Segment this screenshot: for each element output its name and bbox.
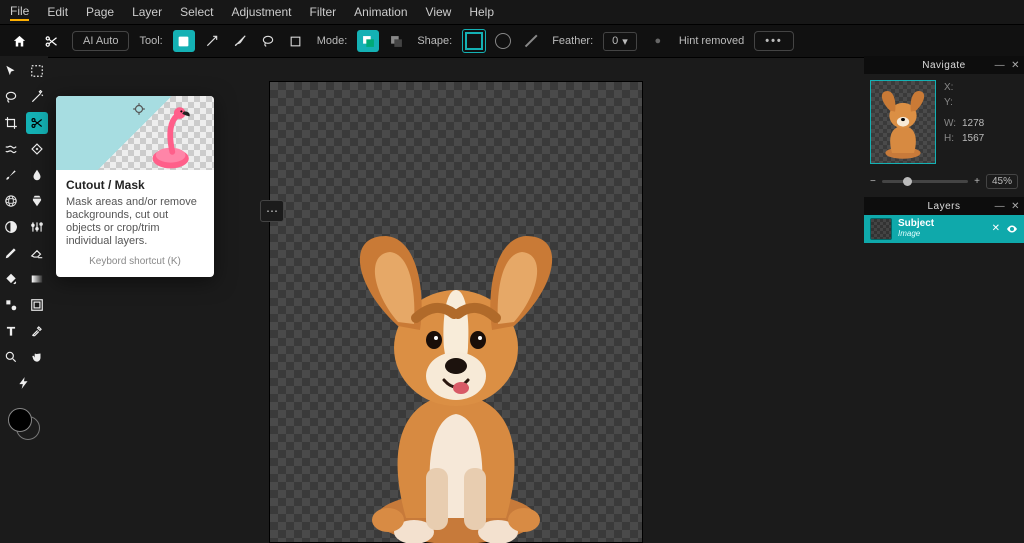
- menu-adjustment[interactable]: Adjustment: [231, 5, 291, 19]
- crop-tool-icon[interactable]: [0, 112, 22, 134]
- arrow-tool-icon[interactable]: [0, 60, 22, 82]
- shape-tool-icon[interactable]: [0, 294, 22, 316]
- cutout-tool-icon[interactable]: [26, 112, 48, 134]
- heal-tool-icon[interactable]: [26, 138, 48, 160]
- fill-tool-icon[interactable]: [0, 268, 22, 290]
- right-panel: Navigate — ✕ X: Y: W:1278 H:1567: [864, 56, 1024, 543]
- layer-visibility-icon[interactable]: [1006, 223, 1018, 235]
- shape-rect-icon[interactable]: [462, 29, 486, 53]
- shape-circle-icon[interactable]: [492, 30, 514, 52]
- menu-page[interactable]: Page: [86, 5, 114, 19]
- menu-filter[interactable]: Filter: [309, 5, 336, 19]
- eraser-tool-icon[interactable]: [26, 242, 48, 264]
- menu-layer[interactable]: Layer: [132, 5, 162, 19]
- nav-h-value: 1567: [962, 133, 984, 144]
- wand-tool-icon[interactable]: [26, 86, 48, 108]
- scissors-icon[interactable]: [40, 30, 62, 52]
- close-icon[interactable]: ✕: [1011, 201, 1020, 212]
- canvas-area: ⋯: [48, 56, 864, 543]
- brush-tool-icon[interactable]: [0, 164, 22, 186]
- nav-x-label: X:: [944, 80, 962, 95]
- mode-sub-icon[interactable]: [385, 30, 407, 52]
- zoom-out-button[interactable]: −: [870, 176, 876, 187]
- eyedropper-tool-icon[interactable]: [26, 320, 48, 342]
- tool-shape-icon[interactable]: [173, 30, 195, 52]
- layer-thumbnail: [870, 218, 892, 240]
- zoom-slider[interactable]: [882, 180, 968, 183]
- tool-sidebar: [0, 56, 48, 543]
- color-swatch[interactable]: [8, 408, 40, 440]
- menu-animation[interactable]: Animation: [354, 5, 407, 19]
- tool-label: Tool:: [139, 35, 162, 47]
- navigate-info: X: Y: W:1278 H:1567: [944, 80, 984, 164]
- layer-type: Image: [898, 229, 934, 239]
- layer-item[interactable]: Subject Image ✕: [864, 215, 1024, 243]
- layer-delete-icon[interactable]: ✕: [992, 223, 1000, 235]
- minimize-icon[interactable]: —: [995, 60, 1006, 71]
- layer-name: Subject: [898, 219, 934, 229]
- menu-view[interactable]: View: [426, 5, 452, 19]
- navigate-body: X: Y: W:1278 H:1567: [864, 74, 1024, 170]
- liquify-tool-icon[interactable]: [0, 138, 22, 160]
- pen-tool-icon[interactable]: [0, 242, 22, 264]
- warp-tool-icon[interactable]: [0, 190, 22, 212]
- zoom-value[interactable]: 45%: [986, 174, 1018, 189]
- menu-edit[interactable]: Edit: [47, 5, 68, 19]
- mode-label: Mode:: [317, 35, 348, 47]
- zoom-tool-icon[interactable]: [0, 346, 22, 368]
- ai-auto-button[interactable]: AI Auto: [72, 31, 129, 51]
- shape-line-icon[interactable]: [520, 30, 542, 52]
- canvas[interactable]: ⋯: [270, 82, 642, 542]
- sliders-tool-icon[interactable]: [26, 216, 48, 238]
- nav-y-label: Y:: [944, 95, 962, 110]
- feather-label: Feather:: [552, 35, 593, 47]
- dot-icon: ●: [647, 30, 669, 52]
- blur-tool-icon[interactable]: [26, 164, 48, 186]
- feather-input[interactable]: 0 ▾: [603, 32, 637, 51]
- home-icon[interactable]: [8, 30, 30, 52]
- nav-h-label: H:: [944, 131, 962, 146]
- clone-tool-icon[interactable]: [26, 190, 48, 212]
- close-icon[interactable]: ✕: [1011, 60, 1020, 71]
- marquee-tool-icon[interactable]: [26, 60, 48, 82]
- layers-body: Subject Image ✕: [864, 215, 1024, 243]
- navigate-title: Navigate: [922, 60, 965, 71]
- chevron-down-icon: ▾: [622, 35, 628, 48]
- options-bar: AI Auto Tool: Mode: Shape: Feather:: [0, 24, 1024, 58]
- subject-image: [316, 218, 596, 543]
- navigate-panel-header[interactable]: Navigate — ✕: [864, 56, 1024, 74]
- hand-tool-icon[interactable]: [26, 346, 48, 368]
- mode-add-icon[interactable]: [357, 30, 379, 52]
- lasso-tool-icon[interactable]: [0, 86, 22, 108]
- tool-lasso-icon[interactable]: [257, 30, 279, 52]
- menu-help[interactable]: Help: [469, 5, 494, 19]
- layers-title: Layers: [927, 201, 960, 212]
- tool-rect-icon[interactable]: [285, 30, 307, 52]
- frame-tool-icon[interactable]: [26, 294, 48, 316]
- tool-brush-icon[interactable]: [229, 30, 251, 52]
- menu-file[interactable]: File: [10, 4, 29, 21]
- nav-w-label: W:: [944, 116, 962, 131]
- hint-text: Hint removed: [679, 35, 744, 47]
- gradient-tool-icon[interactable]: [26, 268, 48, 290]
- navigate-thumbnail[interactable]: [870, 80, 936, 164]
- zoom-in-button[interactable]: +: [974, 176, 980, 187]
- layers-panel-header[interactable]: Layers — ✕: [864, 197, 1024, 215]
- tool-magic-icon[interactable]: [201, 30, 223, 52]
- menu-select[interactable]: Select: [180, 5, 213, 19]
- adjust-tool-icon[interactable]: [0, 216, 22, 238]
- shape-label: Shape:: [417, 35, 452, 47]
- nav-w-value: 1278: [962, 118, 984, 129]
- more-button[interactable]: •••: [754, 31, 794, 51]
- text-tool-icon[interactable]: [0, 320, 22, 342]
- menu-bar: File Edit Page Layer Select Adjustment F…: [0, 0, 1024, 24]
- feather-value: 0: [612, 35, 618, 48]
- canvas-menu-button[interactable]: ⋯: [260, 200, 284, 222]
- zoom-slider-row: − + 45%: [864, 170, 1024, 197]
- minimize-icon[interactable]: —: [995, 201, 1006, 212]
- nav-dog-icon: [871, 81, 935, 163]
- bolt-tool-icon[interactable]: [13, 372, 35, 394]
